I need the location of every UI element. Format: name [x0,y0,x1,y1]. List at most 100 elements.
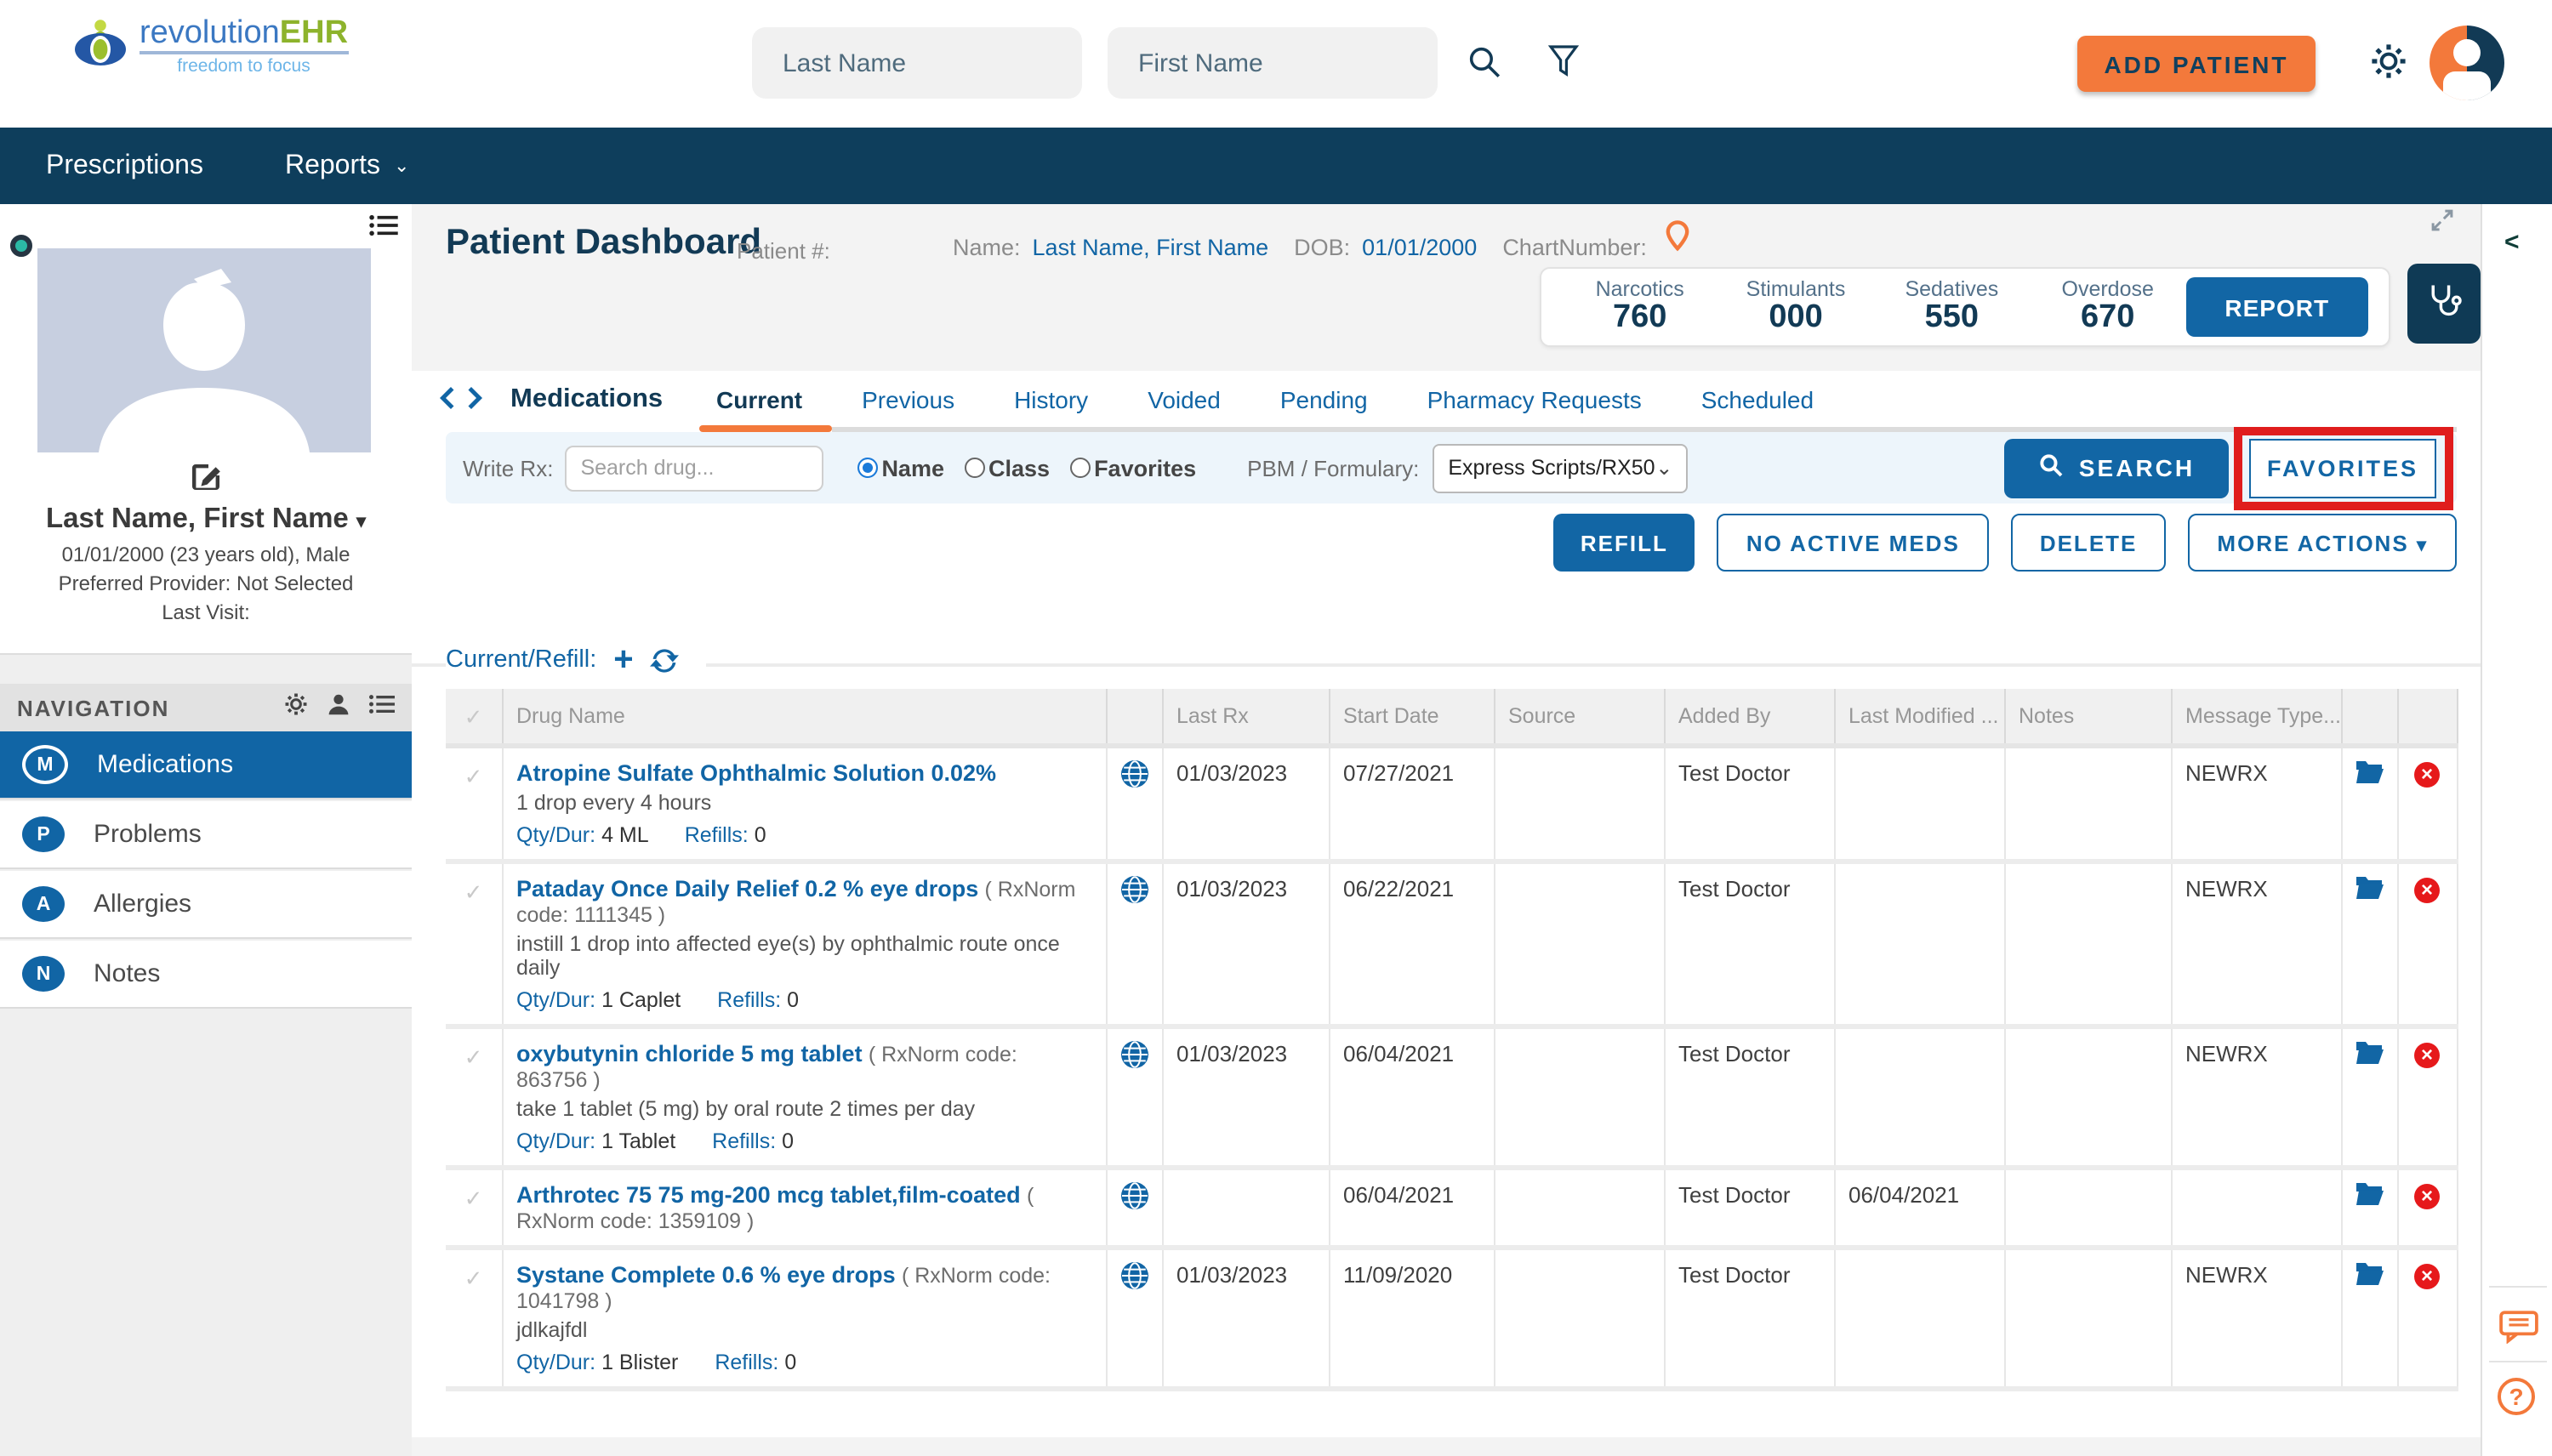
nav-person-icon[interactable] [327,691,350,724]
location-pin-icon[interactable] [1666,219,1689,256]
radio-class[interactable]: Class [965,455,1050,481]
col-drug-name[interactable]: Drug Name [502,689,1107,748]
no-active-meds-button[interactable]: NO ACTIVE MEDS [1717,514,1989,572]
sidebar-item-problems[interactable]: P Problems [0,801,412,869]
col-message-type[interactable]: Message Type... [2171,689,2342,748]
drug-name-link[interactable]: Pataday Once Daily Relief 0.2 % eye drop… [516,876,978,901]
name-value[interactable]: Last Name, First Name [1033,235,1269,260]
sidebar-item-medications[interactable]: M Medications [0,731,412,799]
stat-stimulants: Stimulants 000 [1746,277,1846,335]
remove-row-icon[interactable]: × [2414,1042,2440,1067]
gear-icon[interactable] [2370,43,2407,88]
tabs-scroll-right-icon[interactable] [468,386,483,418]
active-tab-underline [699,425,832,432]
chat-icon[interactable] [2499,1310,2538,1352]
sidebar-item-allergies[interactable]: A Allergies [0,871,412,939]
col-last-rx[interactable]: Last Rx [1162,689,1330,748]
filter-icon[interactable] [1547,44,1580,88]
medications-tabs-row: Medications Current Previous History Voi… [412,379,2481,432]
notes-cell [2004,1027,2172,1170]
logo-brand-suffix: EHR [279,15,349,52]
folder-icon[interactable] [2355,877,2383,905]
last-rx-cell: 01/03/2023 [1162,1027,1330,1170]
globe-icon[interactable] [1120,1041,1148,1073]
start-date-cell: 11/09/2020 [1329,1248,1495,1391]
folder-icon[interactable] [2355,761,2383,789]
stethoscope-panel-button[interactable] [2407,264,2481,344]
radio-class-circle [965,458,985,478]
tab-pharmacy-requests[interactable]: Pharmacy Requests [1427,386,1642,413]
add-patient-button[interactable]: ADD PATIENT [2077,36,2316,92]
eye-logo-icon [71,17,129,77]
message-type-cell [2171,1168,2342,1250]
row-checkbox[interactable]: ✓ [446,862,503,1029]
row-checkbox[interactable]: ✓ [446,746,503,864]
refresh-icon[interactable] [650,646,680,674]
globe-cell [1106,1027,1163,1170]
help-icon[interactable]: ? [2498,1378,2535,1415]
globe-icon[interactable] [1120,1182,1148,1214]
remove-row-icon[interactable]: × [2414,1183,2440,1209]
select-all-header[interactable]: ✓ [446,689,503,748]
nav-gear-icon[interactable] [284,691,308,724]
add-medication-icon[interactable]: + [613,643,633,677]
row-checkbox[interactable]: ✓ [446,1248,503,1391]
radio-favorites[interactable]: Favorites [1070,455,1196,481]
col-source[interactable]: Source [1494,689,1665,748]
radio-name[interactable]: Name [857,455,944,481]
sidebar-item-notes[interactable]: N Notes [0,941,412,1009]
drug-name-link[interactable]: Systane Complete 0.6 % eye drops [516,1262,896,1288]
globe-icon[interactable] [1120,760,1148,793]
drug-search-input[interactable] [565,445,824,491]
report-button[interactable]: REPORT [2185,277,2368,337]
collapse-panel-icon[interactable]: < [2504,228,2520,257]
tab-current[interactable]: Current [716,386,802,413]
col-start-date[interactable]: Start Date [1329,689,1495,748]
last-rx-cell: 01/03/2023 [1162,1248,1330,1391]
pbm-formulary-select[interactable]: Express Scripts/RX50 ⌄ [1433,443,1689,492]
patient-summary-card: Last Name, First Name ▾ 01/01/2000 (23 y… [0,204,412,655]
folder-icon[interactable] [2355,1042,2383,1070]
refill-button[interactable]: REFILL [1552,514,1695,572]
nav-list-icon[interactable] [369,692,395,723]
row-checkbox[interactable]: ✓ [446,1168,503,1250]
col-notes[interactable]: Notes [2004,689,2172,748]
edit-patient-icon[interactable] [189,459,223,502]
tab-pending[interactable]: Pending [1280,386,1368,413]
col-last-modified[interactable]: Last Modified ... [1834,689,2005,748]
folder-icon[interactable] [2355,1263,2383,1291]
more-actions-button[interactable]: MORE ACTIONS ▾ [2188,514,2457,572]
tab-scheduled[interactable]: Scheduled [1701,386,1814,413]
delete-cell: × [2397,746,2458,864]
tab-voided[interactable]: Voided [1148,386,1221,413]
col-added-by[interactable]: Added By [1664,689,1835,748]
navbar-item-prescriptions[interactable]: Prescriptions [46,151,203,181]
user-avatar[interactable] [2430,26,2504,100]
tab-history[interactable]: History [1014,386,1088,413]
globe-icon[interactable] [1120,1262,1148,1294]
row-checkbox[interactable]: ✓ [446,1027,503,1170]
drug-name-link[interactable]: Arthrotec 75 75 mg-200 mcg tablet,film-c… [516,1182,1021,1208]
expand-icon[interactable] [2430,208,2455,242]
search-button-icon [2038,452,2064,483]
first-name-search-input[interactable] [1108,27,1438,99]
delete-button[interactable]: DELETE [2010,514,2167,572]
remove-row-icon[interactable]: × [2414,761,2440,787]
folder-icon[interactable] [2355,1183,2383,1211]
globe-icon[interactable] [1120,876,1148,908]
list-icon[interactable] [369,214,398,245]
last-name-search-input[interactable] [752,27,1082,99]
tab-previous[interactable]: Previous [862,386,954,413]
patient-name-dropdown[interactable]: Last Name, First Name ▾ [0,503,412,536]
remove-row-icon[interactable]: × [2414,877,2440,902]
drug-name-link[interactable]: Atropine Sulfate Ophthalmic Solution 0.0… [516,760,996,786]
remove-row-icon[interactable]: × [2414,1263,2440,1288]
tabs-scroll-left-icon[interactable] [439,386,454,418]
table-row: ✓ Systane Complete 0.6 % eye drops ( RxN… [446,1248,2458,1391]
folder-cell [2341,1168,2398,1250]
navbar-item-reports[interactable]: Reports ⌄ [285,151,410,181]
drug-name-link[interactable]: oxybutynin chloride 5 mg tablet [516,1041,863,1066]
favorites-button[interactable]: FAVORITES [2249,438,2436,498]
search-icon[interactable] [1467,44,1502,88]
drug-search-button[interactable]: SEARCH [2004,438,2229,498]
